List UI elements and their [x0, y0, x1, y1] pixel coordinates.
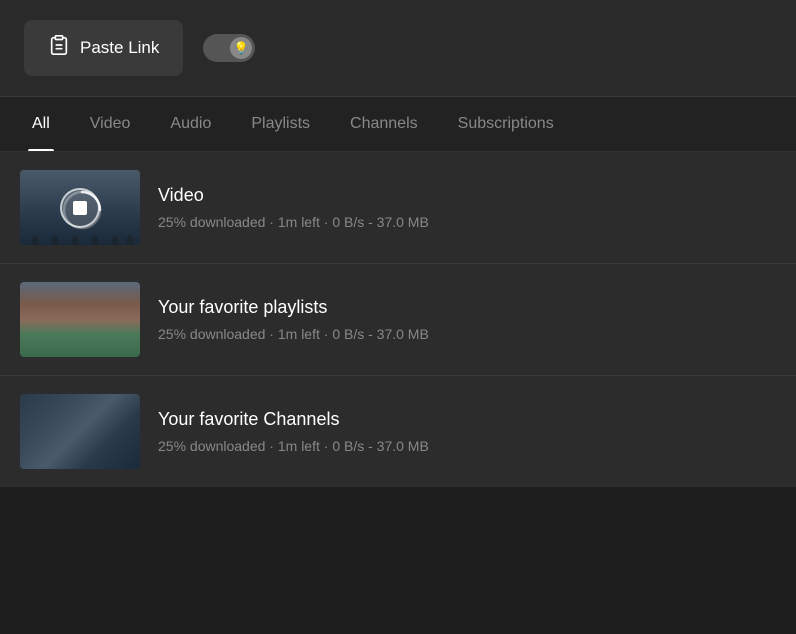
toggle-switch[interactable]: 💡: [203, 34, 255, 62]
tab-all[interactable]: All: [24, 97, 70, 151]
thumbnail-playlists: [20, 282, 140, 357]
tab-channels[interactable]: Channels: [330, 97, 438, 151]
paste-link-button[interactable]: Paste Link: [24, 20, 183, 76]
tab-audio[interactable]: Audio: [150, 97, 231, 151]
item-status-video: 25% downloaded · 1m left · 0 B/s - 37.0 …: [158, 214, 776, 230]
tab-playlists[interactable]: Playlists: [231, 97, 330, 151]
item-status-channels: 25% downloaded · 1m left · 0 B/s - 37.0 …: [158, 438, 776, 454]
download-item-playlists: Your favorite playlists 25% downloaded ·…: [0, 264, 796, 376]
item-info-video: Video 25% downloaded · 1m left · 0 B/s -…: [158, 185, 776, 230]
top-bar: Paste Link 💡: [0, 0, 796, 97]
stop-button-video[interactable]: [60, 188, 100, 228]
item-info-channels: Your favorite Channels 25% downloaded · …: [158, 409, 776, 454]
item-title-playlists: Your favorite playlists: [158, 297, 776, 318]
paste-link-label: Paste Link: [80, 38, 159, 58]
nav-tabs: All Video Audio Playlists Channels Subsc…: [0, 97, 796, 152]
item-title-video: Video: [158, 185, 776, 206]
tab-subscriptions[interactable]: Subscriptions: [438, 97, 574, 151]
thumbnail-channels: [20, 394, 140, 469]
tab-video[interactable]: Video: [70, 97, 151, 151]
download-item-channels: Your favorite Channels 25% downloaded · …: [0, 376, 796, 487]
thumbnail-video: [20, 170, 140, 245]
bulb-icon: 💡: [234, 41, 249, 55]
item-status-playlists: 25% downloaded · 1m left · 0 B/s - 37.0 …: [158, 326, 776, 342]
toggle-knob: 💡: [230, 37, 252, 59]
theme-toggle[interactable]: 💡: [203, 34, 255, 62]
download-item-video: Video 25% downloaded · 1m left · 0 B/s -…: [0, 152, 796, 264]
item-info-playlists: Your favorite playlists 25% downloaded ·…: [158, 297, 776, 342]
item-title-channels: Your favorite Channels: [158, 409, 776, 430]
download-list: Video 25% downloaded · 1m left · 0 B/s -…: [0, 152, 796, 487]
paste-icon: [48, 34, 70, 62]
